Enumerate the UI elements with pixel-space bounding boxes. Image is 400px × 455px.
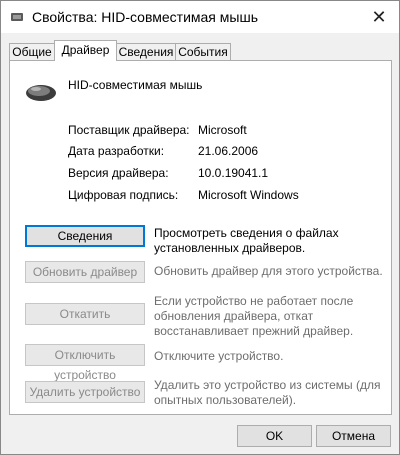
title-bar: Свойства: HID-совместимая мышь ✕ [1, 1, 399, 33]
ok-button[interactable]: OK [237, 425, 312, 447]
disable-device-button[interactable]: Отключить устройство [25, 344, 145, 382]
mouse-icon [26, 85, 56, 101]
roll-back-driver-description: Если устройство не работает после обновл… [154, 294, 354, 338]
close-button[interactable]: ✕ [359, 1, 399, 33]
device-name: HID-совместимая мышь [68, 78, 203, 92]
tab-general[interactable]: Общие [9, 43, 55, 61]
device-manager-icon [11, 13, 23, 21]
tab-events[interactable]: События [175, 43, 231, 61]
driver-details-button[interactable]: Сведения [25, 225, 145, 247]
driver-date-value: 21.06.2006 [198, 144, 259, 158]
uninstall-device-description: Удалить это устройство из системы (для о… [154, 378, 381, 407]
driver-version-label: Версия драйвера: [68, 166, 169, 180]
driver-provider-label: Поставщик драйвера: [68, 123, 190, 137]
cancel-button[interactable]: Отмена [316, 425, 391, 447]
update-driver-button[interactable]: Обновить драйвер [25, 261, 145, 283]
tab-driver[interactable]: Драйвер [54, 40, 117, 61]
driver-date-label: Дата разработки: [68, 144, 165, 158]
driver-version-value: 10.0.19041.1 [198, 166, 269, 180]
digital-signer-label: Цифровая подпись: [68, 188, 179, 202]
close-icon: ✕ [371, 7, 387, 27]
driver-provider-value: Microsoft [198, 123, 247, 137]
disable-device-description: Отключите устройство. [154, 349, 284, 363]
digital-signer-value: Microsoft Windows [198, 188, 299, 202]
tab-details[interactable]: Сведения [116, 43, 176, 61]
roll-back-driver-button[interactable]: Откатить [25, 303, 145, 325]
window-title: Свойства: HID-совместимая мышь [32, 9, 258, 25]
driver-details-description: Просмотреть сведения о файлах установлен… [154, 226, 339, 255]
update-driver-description: Обновить драйвер для этого устройства. [154, 264, 383, 278]
properties-dialog: Свойства: HID-совместимая мышь ✕ Общие Д… [0, 0, 400, 455]
uninstall-device-button[interactable]: Удалить устройство [25, 381, 145, 403]
driver-tab-panel: HID-совместимая мышь Поставщик драйвера:… [9, 60, 392, 415]
